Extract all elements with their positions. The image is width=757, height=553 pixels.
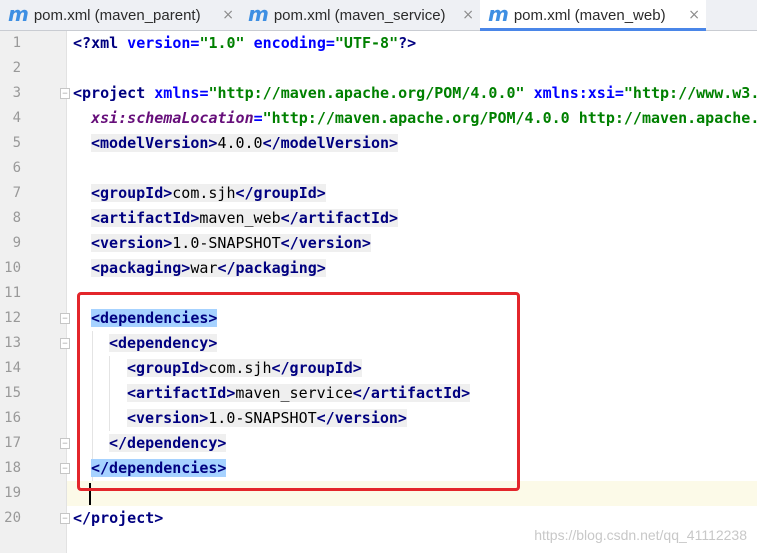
line-number: 9 — [12, 235, 21, 251]
code-line-1: <?xml version="1.0" encoding="UTF-8"?> — [73, 34, 417, 52]
code-line-14: <groupId>com.sjh</groupId> — [127, 359, 362, 377]
line-number: 4 — [12, 110, 21, 126]
line-number: 18 — [4, 460, 21, 476]
close-icon[interactable]: × — [222, 8, 234, 22]
line-number: 8 — [12, 210, 21, 226]
text-caret — [89, 483, 91, 505]
line-number: 17 — [4, 435, 21, 451]
code-line-7: <groupId>com.sjh</groupId> — [91, 184, 326, 202]
line-number: 11 — [4, 285, 21, 301]
editor-tab-bar: m pom.xml (maven_parent) × m pom.xml (ma… — [0, 0, 757, 31]
tab-pom-maven-service[interactable]: m pom.xml (maven_service) × — [240, 0, 480, 30]
code-line-16: <version>1.0-SNAPSHOT</version> — [127, 409, 407, 427]
line-number: 2 — [12, 60, 21, 76]
line-number: 16 — [4, 410, 21, 426]
code-line-12: <dependencies> — [91, 309, 218, 327]
editor-gutter[interactable]: 1 2 3 4 5 6 7 8 9 10 11 12 13 14 15 16 1… — [0, 31, 67, 553]
line-number: 10 — [4, 260, 21, 276]
code-line-13: <dependency> — [109, 334, 218, 352]
fold-marker-icon[interactable]: − — [60, 463, 70, 474]
code-line-5: <modelVersion>4.0.0</modelVersion> — [91, 134, 399, 152]
maven-m-icon: m — [488, 2, 509, 26]
tab-label: pom.xml (maven_service) — [273, 6, 446, 24]
fold-marker-icon[interactable]: − — [60, 88, 70, 99]
line-number: 13 — [4, 335, 21, 351]
line-number: 15 — [4, 385, 21, 401]
fold-marker-icon[interactable]: − — [60, 313, 70, 324]
line-number: 19 — [4, 485, 21, 501]
fold-marker-icon[interactable]: − — [60, 338, 70, 349]
fold-marker-icon[interactable]: − — [60, 438, 70, 449]
fold-marker-icon[interactable]: − — [60, 513, 70, 524]
line-number: 14 — [4, 360, 21, 376]
tab-pom-maven-parent[interactable]: m pom.xml (maven_parent) × — [0, 0, 240, 30]
close-icon[interactable]: × — [688, 8, 700, 22]
code-editor[interactable]: 1 2 3 4 5 6 7 8 9 10 11 12 13 14 15 16 1… — [0, 31, 757, 553]
watermark-text: https://blog.csdn.net/qq_41112238 — [534, 527, 747, 543]
ide-window: m pom.xml (maven_parent) × m pom.xml (ma… — [0, 0, 757, 553]
tab-pom-maven-web[interactable]: m pom.xml (maven_web) × — [480, 0, 706, 31]
line-number: 6 — [12, 160, 21, 176]
code-line-4: xsi:schemaLocation="http://maven.apache.… — [91, 109, 757, 127]
code-area[interactable]: <?xml version="1.0" encoding="UTF-8"?> <… — [73, 31, 757, 553]
code-line-8: <artifactId>maven_web</artifactId> — [91, 209, 399, 227]
maven-m-icon: m — [8, 2, 29, 26]
line-number: 7 — [12, 185, 21, 201]
code-line-15: <artifactId>maven_service</artifactId> — [127, 384, 471, 402]
code-line-10: <packaging>war</packaging> — [91, 259, 326, 277]
line-number: 20 — [4, 510, 21, 526]
tab-label: pom.xml (maven_web) — [513, 6, 666, 24]
code-line-18: </dependencies> — [91, 459, 227, 477]
line-number: 5 — [12, 135, 21, 151]
tab-label: pom.xml (maven_parent) — [33, 6, 201, 24]
line-number: 12 — [4, 310, 21, 326]
code-line-17: </dependency> — [109, 434, 227, 452]
close-icon[interactable]: × — [462, 8, 474, 22]
code-line-9: <version>1.0-SNAPSHOT</version> — [91, 234, 371, 252]
code-line-3: <project xmlns="http://maven.apache.org/… — [73, 84, 757, 102]
line-number: 1 — [12, 35, 21, 51]
line-number: 3 — [12, 85, 21, 101]
maven-m-icon: m — [248, 2, 269, 26]
